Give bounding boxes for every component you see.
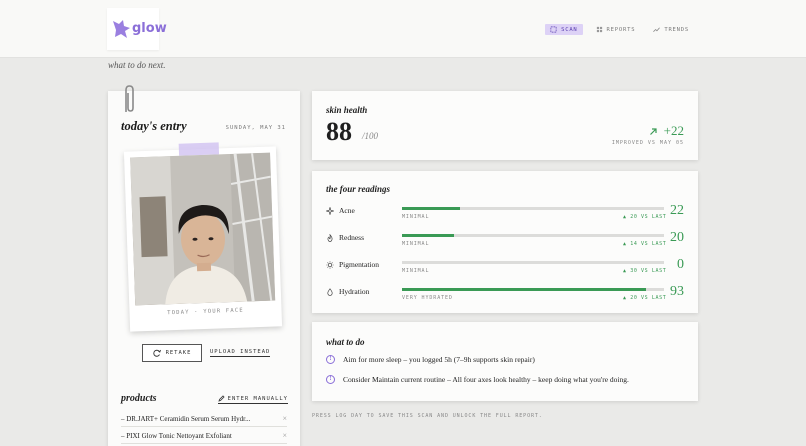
- logo[interactable]: glow: [107, 8, 167, 50]
- scan-icon: [550, 26, 557, 33]
- footer-note: PRESS LOG DAY TO SAVE THIS SCAN AND UNLO…: [312, 413, 543, 419]
- reading-label: Hydration: [339, 287, 370, 296]
- score-denominator: /100: [362, 131, 379, 141]
- reading-level: MINIMAL: [402, 241, 430, 247]
- reading-label: Pigmentation: [339, 260, 379, 269]
- nav-scan[interactable]: SCAN: [545, 24, 583, 35]
- reading-name: Acne: [326, 206, 355, 215]
- reading-name: Redness: [326, 233, 364, 242]
- enter-manually-label: ENTER MANUALLY: [227, 395, 288, 402]
- todo-item: ! Aim for more sleep – you logged 5h (7–…: [326, 355, 535, 364]
- reading-bar-fill: [402, 207, 460, 210]
- grid-icon: [596, 26, 602, 33]
- remove-product-icon[interactable]: ×: [282, 431, 287, 440]
- entry-title: today's entry: [121, 119, 187, 133]
- readings-card: the four readings Acne MINIMAL ▲ 20 VS L…: [312, 171, 698, 313]
- entry-panel: today's entry SUNDAY, MAY 31 TODAY · YOU…: [108, 91, 300, 446]
- reading-label: Acne: [339, 206, 355, 215]
- refresh-icon: [152, 349, 161, 357]
- reading-row-acne: Acne MINIMAL ▲ 20 VS LAST 22: [326, 203, 684, 230]
- reading-bar-fill: [402, 288, 646, 291]
- reading-bar: [402, 234, 664, 237]
- upload-instead-link[interactable]: UPLOAD INSTEAD: [210, 349, 271, 357]
- reading-name: Hydration: [326, 287, 369, 296]
- sparkle-icon: [326, 206, 334, 215]
- nav-reports[interactable]: REPORTS: [591, 24, 641, 35]
- sun-icon: [326, 260, 334, 269]
- what-to-do-title: what to do: [326, 337, 365, 347]
- face-photo-image: [130, 152, 276, 306]
- flame-icon: [327, 233, 333, 242]
- pencil-icon: [218, 395, 225, 402]
- products-title: products: [121, 393, 157, 404]
- retake-label: RETAKE: [165, 350, 192, 356]
- remove-product-icon[interactable]: ×: [282, 414, 287, 423]
- glow-logo-icon: [113, 20, 130, 38]
- reading-row-redness: Redness MINIMAL ▲ 14 VS LAST 20: [326, 230, 684, 257]
- paperclip-icon: [125, 85, 134, 112]
- reading-bar: [402, 261, 664, 264]
- droplet-icon: [327, 287, 333, 296]
- nav-reports-label: REPORTS: [606, 26, 636, 33]
- delta-value: +22: [663, 123, 684, 138]
- reading-level: VERY HYDRATED: [402, 295, 453, 301]
- nav-trends-label: TRENDS: [664, 26, 689, 33]
- product-name: – DR.JART+ Ceramidin Serum Serum Hydr...: [121, 414, 251, 423]
- enter-manually-link[interactable]: ENTER MANUALLY: [217, 395, 288, 404]
- health-score: 88: [326, 117, 352, 146]
- product-name: – PIXI Glow Tonic Nettoyant Exfoliant: [121, 431, 232, 440]
- photo-polaroid: TODAY · YOUR FACE: [123, 142, 283, 332]
- todo-text: Consider Maintain current routine – All …: [343, 375, 629, 384]
- face-photo: [130, 152, 276, 306]
- tagline: what to do next.: [108, 60, 166, 70]
- skin-health-title: skin health: [326, 105, 368, 115]
- reading-value: 93: [670, 284, 684, 299]
- reading-label: Redness: [339, 233, 364, 242]
- product-item: – DR.JART+ Ceramidin Serum Serum Hydr...…: [121, 411, 287, 427]
- info-icon: !: [326, 355, 335, 364]
- arrow-up-right-icon: [649, 127, 657, 135]
- reading-bar: [402, 288, 664, 291]
- product-item: – PIXI Glow Tonic Nettoyant Exfoliant ×: [121, 428, 287, 444]
- reading-value: 22: [670, 203, 684, 218]
- retake-button[interactable]: RETAKE: [142, 344, 202, 362]
- reading-vs-last: ▲ 20 VS LAST: [623, 295, 667, 301]
- main-nav: SCAN REPORTS TRENDS: [545, 24, 694, 35]
- reading-vs-last: ▲ 30 VS LAST: [623, 268, 667, 274]
- reading-vs-last: ▲ 14 VS LAST: [623, 241, 667, 247]
- skin-health-card: skin health 88 /100 +22 IMPROVED VS MAY …: [312, 91, 698, 160]
- reading-bar: [402, 207, 664, 210]
- reading-level: MINIMAL: [402, 268, 430, 274]
- reading-value: 20: [670, 230, 684, 245]
- trend-icon: [653, 27, 661, 32]
- top-bar: glow SCAN REPORTS TRENDS: [0, 0, 806, 58]
- reading-vs-last: ▲ 20 VS LAST: [623, 214, 667, 220]
- reading-name: Pigmentation: [326, 260, 379, 269]
- todo-text: Aim for more sleep – you logged 5h (7–9h…: [343, 355, 535, 364]
- what-to-do-card: what to do ! Aim for more sleep – you lo…: [312, 322, 698, 401]
- photo-caption: TODAY · YOUR FACE: [167, 307, 244, 317]
- reading-row-pigmentation: Pigmentation MINIMAL ▲ 30 VS LAST 0: [326, 257, 684, 284]
- reading-level: MINIMAL: [402, 214, 430, 220]
- brand-name: glow: [132, 21, 167, 36]
- reading-value: 0: [677, 257, 684, 272]
- nav-trends[interactable]: TRENDS: [648, 24, 694, 35]
- score-delta: +22: [649, 123, 684, 139]
- info-icon: !: [326, 375, 335, 384]
- todo-item: ! Consider Maintain current routine – Al…: [326, 375, 629, 384]
- delta-note: IMPROVED VS MAY 05: [611, 140, 684, 146]
- reading-row-hydration: Hydration VERY HYDRATED ▲ 20 VS LAST 93: [326, 284, 684, 311]
- reading-bar-fill: [402, 234, 455, 237]
- nav-scan-label: SCAN: [561, 26, 578, 33]
- entry-date: SUNDAY, MAY 31: [225, 125, 286, 131]
- readings-title: the four readings: [326, 184, 391, 194]
